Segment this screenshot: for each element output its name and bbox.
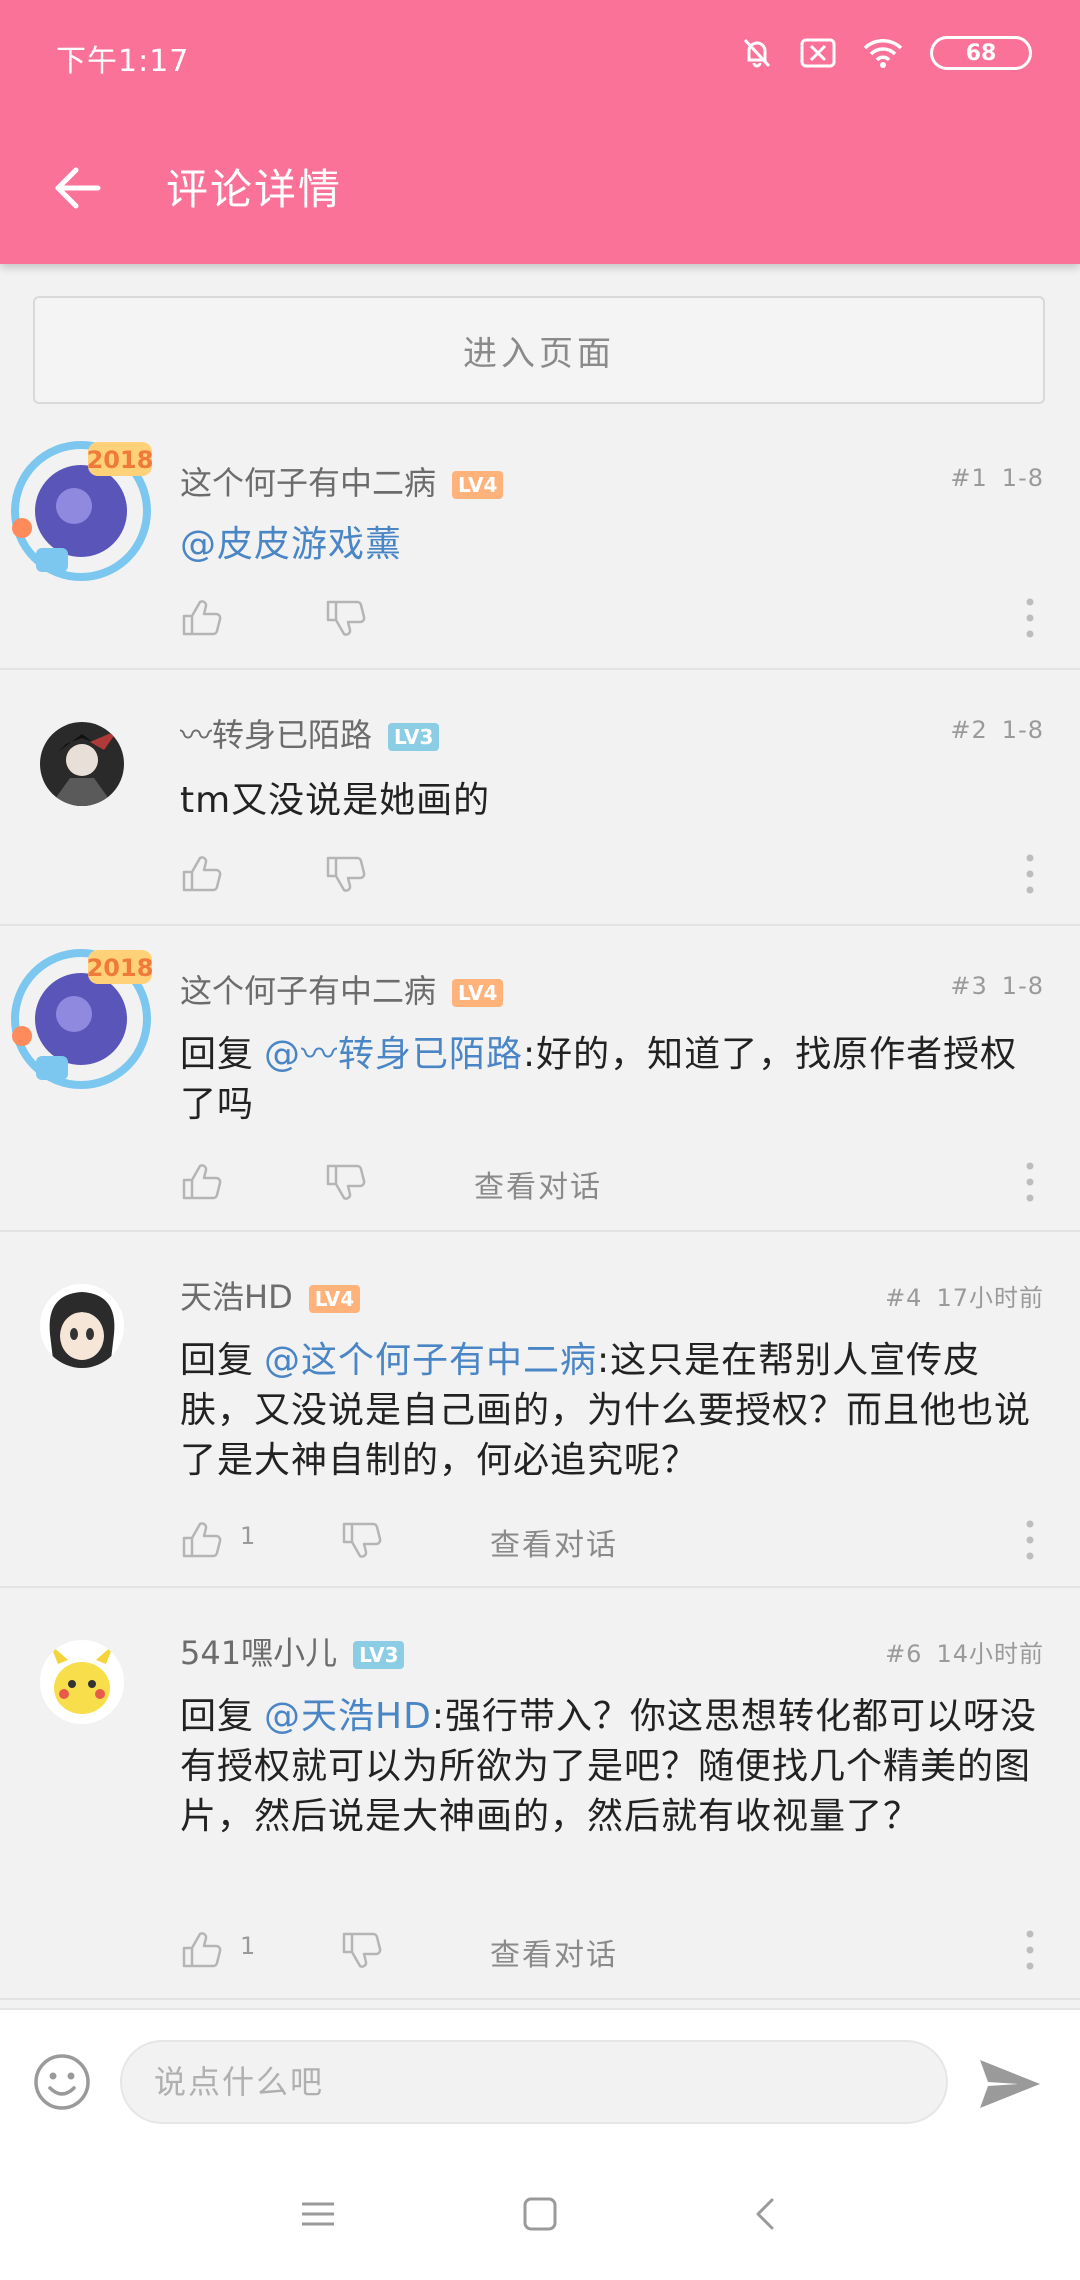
- dislike-icon[interactable]: [324, 1162, 368, 1202]
- enter-page-button[interactable]: 进入页面: [33, 296, 1045, 404]
- dislike-icon[interactable]: [324, 854, 368, 894]
- level-badge: LV4: [308, 1285, 361, 1313]
- svg-text:2018: 2018: [87, 954, 154, 982]
- comment-item: 2018 这个何子有中二病 LV4 #3 1-8 回复 @〰转身已陌路:好的，知道了，…: [0, 926, 1080, 1232]
- comment-username[interactable]: 541嘿小儿 LV3: [180, 1628, 405, 1674]
- comment-input-bar: 说点什么吧: [0, 2008, 1080, 2152]
- comment-floor: #2: [950, 716, 988, 744]
- more-vert-icon[interactable]: [1020, 1158, 1040, 1206]
- svg-text:2018: 2018: [87, 446, 154, 474]
- reply-prefix: 回复: [180, 1696, 255, 1737]
- like-icon[interactable]: [180, 1162, 224, 1202]
- mention-link[interactable]: @这个何子有中二病: [264, 1340, 597, 1381]
- status-icons: 68: [740, 36, 1032, 70]
- more-vert-icon[interactable]: [1020, 594, 1040, 642]
- mention-link[interactable]: @皮皮游戏薰: [180, 524, 402, 565]
- comment-text: @皮皮游戏薰: [180, 520, 1040, 570]
- send-icon[interactable]: [978, 2056, 1042, 2112]
- comment-text: tm又没说是她画的: [180, 780, 491, 821]
- more-vert-icon[interactable]: [1020, 1516, 1040, 1564]
- comment-time: 17小时前: [936, 1284, 1044, 1312]
- like-icon[interactable]: [180, 1930, 224, 1970]
- comment-meta: #6 14小时前: [885, 1634, 1044, 1669]
- comment-time: 1-8: [1001, 464, 1044, 492]
- comment-item: 〰转身已陌路 LV3 #2 1-8 tm又没说是她画的: [0, 670, 1080, 926]
- comment-floor: #1: [950, 464, 988, 492]
- comment-username[interactable]: 这个何子有中二病 LV4: [180, 458, 504, 504]
- comment-actions: 1 查看对话: [180, 1926, 1040, 1974]
- comment-meta: #4 17小时前: [885, 1278, 1044, 1313]
- reply-prefix: 回复: [180, 1034, 255, 1075]
- comment-time: 1-8: [1001, 716, 1044, 744]
- level-badge: LV4: [452, 979, 504, 1007]
- battery-indicator: 68: [930, 36, 1032, 70]
- level-badge: LV3: [353, 1641, 405, 1669]
- comment-username[interactable]: 这个何子有中二病 LV4: [180, 966, 504, 1012]
- more-vert-icon[interactable]: [1020, 1926, 1040, 1974]
- avatar-frame-icon[interactable]: 2018: [6, 944, 156, 1094]
- comment-meta: #1 1-8: [950, 464, 1044, 492]
- avatar[interactable]: [40, 1284, 124, 1368]
- page-title: 评论详情: [166, 165, 343, 214]
- wifi-icon: [863, 39, 903, 68]
- comment-time: 14小时前: [936, 1640, 1044, 1668]
- comment-item: 天浩HD LV4 #4 17小时前 回复 @这个何子有中二病:这只是在帮别人宣传皮肤，…: [0, 1232, 1080, 1588]
- status-time: 下午1:17: [56, 44, 190, 79]
- level-badge: LV4: [452, 471, 504, 499]
- system-nav-bar: [0, 2150, 1080, 2280]
- mention-link[interactable]: @天浩HD: [264, 1696, 432, 1737]
- comment-actions: [180, 850, 1040, 898]
- mention-link[interactable]: @〰转身已陌路: [264, 1034, 523, 1075]
- comment-actions: 1 查看对话: [180, 1516, 1040, 1564]
- reply-prefix: 回复: [180, 1340, 255, 1381]
- comment-text: 回复 @这个何子有中二病:这只是在帮别人宣传皮肤，又没说是自己画的，为什么要授权？…: [180, 1336, 1040, 1486]
- comment-actions: 查看对话: [180, 1158, 1040, 1206]
- comment-floor: #6: [885, 1640, 923, 1668]
- nav-back-icon[interactable]: [746, 2194, 786, 2234]
- like-count: 1: [240, 1932, 256, 1960]
- comment-actions: [180, 594, 1040, 642]
- like-count: 1: [240, 1522, 256, 1550]
- comment-meta: #2 1-8: [950, 716, 1044, 744]
- comment-text: 回复 @〰转身已陌路:好的，知道了，找原作者授权了吗: [180, 1030, 1040, 1130]
- avatar[interactable]: [40, 722, 124, 806]
- mute-bell-icon: [743, 38, 771, 68]
- avatar[interactable]: [40, 1640, 124, 1724]
- level-badge: LV3: [388, 723, 440, 751]
- more-vert-icon[interactable]: [1020, 850, 1040, 898]
- comment-floor: #3: [950, 972, 988, 1000]
- emoji-icon[interactable]: [32, 2052, 92, 2112]
- comment-input[interactable]: 说点什么吧: [120, 2040, 948, 2124]
- comment-username[interactable]: 〰转身已陌路 LV3: [180, 710, 440, 756]
- app-bar: 下午1:17 68 评论详情: [0, 0, 1080, 264]
- comment-meta: #3 1-8: [950, 972, 1044, 1000]
- comment-item: 2018 这个何子有中二病 LV4 #1 1-8 @皮皮游戏薰: [0, 418, 1080, 670]
- comment-floor: #4: [885, 1284, 923, 1312]
- comment-time: 1-8: [1001, 972, 1044, 1000]
- view-conversation-button[interactable]: 查看对话: [490, 1930, 618, 1974]
- comment-text: 回复 @天浩HD:强行带入？你这思想转化都可以呀没有授权就可以为所欲为了是吧？随便…: [180, 1692, 1040, 1842]
- view-conversation-button[interactable]: 查看对话: [474, 1162, 602, 1206]
- view-conversation-button[interactable]: 查看对话: [490, 1520, 618, 1564]
- back-arrow-icon[interactable]: [50, 160, 106, 216]
- comment-username[interactable]: 天浩HD LV4: [180, 1272, 361, 1318]
- like-icon[interactable]: [180, 1520, 224, 1560]
- dislike-icon[interactable]: [324, 598, 368, 638]
- dislike-icon[interactable]: [340, 1520, 384, 1560]
- like-icon[interactable]: [180, 598, 224, 638]
- avatar-frame-icon[interactable]: 2018: [6, 436, 156, 586]
- like-icon[interactable]: [180, 854, 224, 894]
- menu-icon[interactable]: [298, 2194, 338, 2234]
- comment-item: 541嘿小儿 LV3 #6 14小时前 回复 @天浩HD:强行带入？你这思想转化都可以…: [0, 1588, 1080, 2000]
- dislike-icon[interactable]: [340, 1930, 384, 1970]
- sim-x-icon: [800, 38, 836, 68]
- home-square-icon[interactable]: [520, 2194, 560, 2234]
